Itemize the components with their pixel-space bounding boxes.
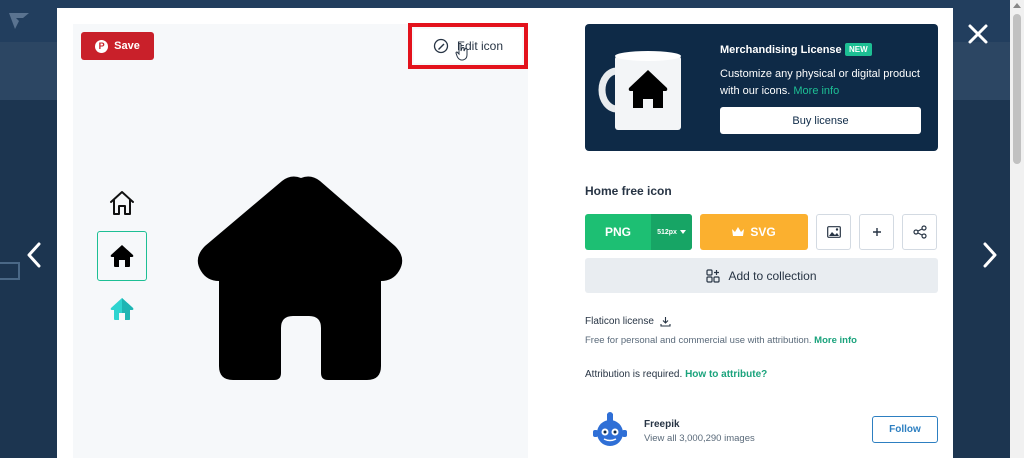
new-badge: NEW [845, 43, 872, 56]
home-outline-icon [110, 191, 134, 215]
variant-solid-selected[interactable] [97, 231, 147, 281]
close-icon [968, 24, 988, 44]
how-to-attribute-link[interactable]: How to attribute? [685, 369, 767, 380]
plus-icon [872, 228, 881, 236]
merch-more-info-link[interactable]: More info [793, 85, 839, 97]
license-title-text: Flaticon license [585, 316, 654, 327]
license-more-info-link[interactable]: More info [814, 335, 857, 346]
icon-detail-modal: P Save Edit icon Merchandising License N… [57, 8, 953, 458]
pencil-icon [433, 38, 449, 54]
scrollbar-thumb[interactable] [1013, 14, 1021, 164]
share-button[interactable] [902, 214, 937, 250]
merchandising-card: Merchandising License NEW Customize any … [585, 24, 938, 151]
png-size-value: 512px [657, 228, 677, 236]
mug-image [598, 51, 681, 130]
license-desc-text: Free for personal and commercial use wit… [585, 335, 812, 346]
crown-icon [732, 227, 745, 236]
follow-button[interactable]: Follow [872, 416, 938, 443]
share-icon [912, 225, 927, 239]
attribution-note: Attribution is required. How to attribut… [585, 369, 767, 380]
next-icon-button[interactable] [978, 238, 1002, 272]
download-row: PNG 512px SVG [585, 214, 937, 250]
edit-image-button[interactable] [816, 214, 851, 250]
image-icon [826, 226, 841, 238]
add-button[interactable] [859, 214, 894, 250]
download-icon[interactable] [660, 316, 671, 327]
scroll-up-arrow[interactable] [1013, 3, 1021, 8]
variant-teal[interactable] [97, 284, 147, 334]
variant-outline[interactable] [97, 178, 147, 228]
home-large-preview-icon [197, 176, 403, 380]
caret-down-icon [679, 230, 686, 234]
background-logo [8, 12, 30, 35]
add-to-collection-button[interactable]: Add to collection [585, 258, 938, 293]
png-label: PNG [604, 225, 631, 239]
license-description: Free for personal and commercial use wit… [585, 335, 857, 346]
previous-icon-button[interactable] [22, 238, 46, 272]
png-download-button[interactable]: PNG 512px [585, 214, 692, 250]
icon-title: Home free icon [585, 184, 672, 198]
pinterest-save-button[interactable]: P Save [81, 32, 154, 60]
chevron-left-icon [27, 242, 41, 268]
collection-label: Add to collection [728, 268, 817, 283]
png-size-dropdown[interactable]: 512px [651, 214, 692, 250]
hand-cursor-icon [455, 43, 468, 61]
author-name[interactable]: Freepik [644, 419, 680, 430]
home-teal-icon [110, 298, 134, 320]
attribution-text: Attribution is required. [585, 369, 683, 380]
home-solid-icon [110, 245, 134, 267]
svg-label: SVG [750, 225, 776, 239]
svg-download-button[interactable]: SVG [700, 214, 808, 250]
background-side-icon [0, 262, 20, 280]
author-avatar[interactable] [590, 411, 630, 451]
save-label: Save [114, 40, 140, 52]
author-view-all-link[interactable]: View all 3,000,290 images [644, 433, 755, 444]
collection-icon [706, 268, 721, 283]
merch-description: Customize any physical or digital produc… [720, 66, 920, 100]
buy-license-button[interactable]: Buy license [720, 107, 921, 134]
pinterest-icon: P [95, 39, 109, 53]
chevron-right-icon [983, 242, 997, 268]
page-scrollbar[interactable] [1010, 0, 1024, 458]
license-title: Flaticon license [585, 316, 671, 327]
merch-title: Merchandising License [720, 44, 842, 56]
close-modal-button[interactable] [962, 18, 994, 50]
